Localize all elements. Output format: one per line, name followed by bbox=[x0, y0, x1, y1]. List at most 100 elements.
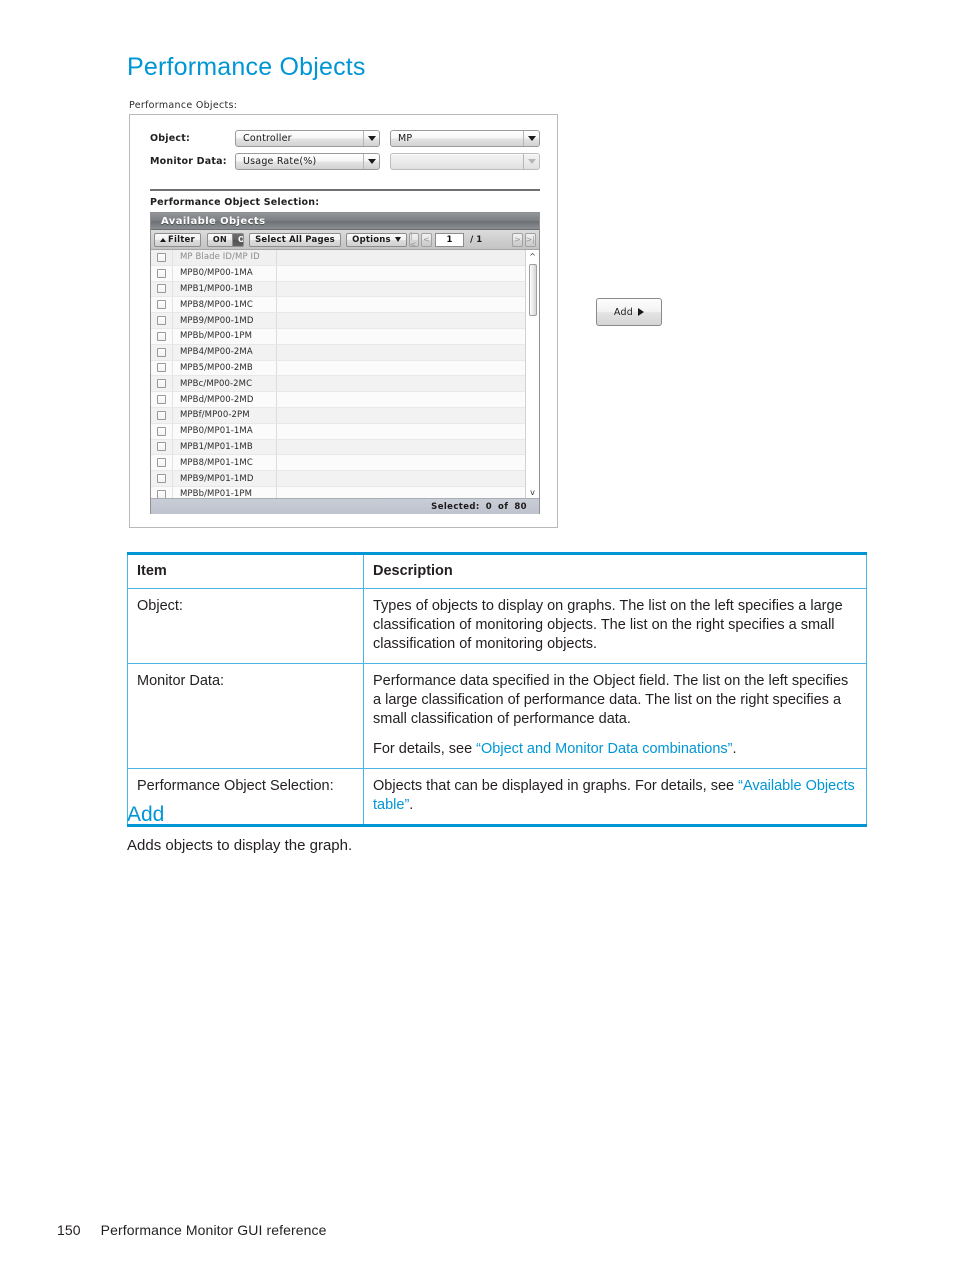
row-checkbox-cell[interactable] bbox=[151, 265, 173, 281]
figure-caption: Performance Objects: bbox=[129, 100, 238, 111]
table-row: Performance Object Selection: Objects th… bbox=[127, 768, 867, 826]
select-all-pages-button[interactable]: Select All Pages bbox=[249, 232, 341, 247]
filter-onoff-toggle[interactable]: ON OFF bbox=[206, 232, 244, 247]
checkbox-icon[interactable] bbox=[157, 363, 166, 373]
row-checkbox-cell[interactable] bbox=[151, 328, 173, 344]
scrollbar-thumb[interactable] bbox=[529, 264, 537, 316]
checkbox-icon[interactable] bbox=[157, 395, 166, 405]
filter-on-segment[interactable]: ON bbox=[207, 233, 232, 246]
section-body-add: Adds objects to display the graph. bbox=[127, 837, 353, 854]
table-row[interactable]: MPB1/MP01-1MB bbox=[151, 439, 525, 456]
select-all-checkbox-cell[interactable] bbox=[151, 250, 173, 265]
table-row[interactable]: MPB9/MP00-1MD bbox=[151, 313, 525, 329]
row-checkbox-cell[interactable] bbox=[151, 376, 173, 392]
row-object-id: MPBb/MP01-1PM bbox=[173, 486, 277, 498]
table-row[interactable]: MPBb/MP00-1PM bbox=[151, 328, 525, 345]
of-label: of bbox=[498, 501, 509, 512]
checkbox-icon[interactable] bbox=[157, 331, 166, 341]
prev-page-button[interactable]: < bbox=[421, 232, 432, 247]
checkbox-icon[interactable] bbox=[157, 458, 166, 468]
row-description-detail: For details, see “Object and Monitor Dat… bbox=[373, 740, 857, 759]
grid-scrollbar[interactable]: ^ v bbox=[525, 250, 539, 498]
checkbox-icon[interactable] bbox=[157, 474, 166, 484]
options-button-label: Options bbox=[352, 234, 391, 245]
table-row[interactable]: MPB9/MP01-1MD bbox=[151, 471, 525, 487]
table-row[interactable]: MPBf/MP00-2PM bbox=[151, 407, 525, 424]
checkbox-icon[interactable] bbox=[157, 284, 166, 294]
checkbox-icon[interactable] bbox=[157, 347, 166, 357]
row-checkbox-cell[interactable] bbox=[151, 297, 173, 313]
row-checkbox-cell[interactable] bbox=[151, 439, 173, 455]
row-checkbox-cell[interactable] bbox=[151, 281, 173, 297]
row-checkbox-cell[interactable] bbox=[151, 407, 173, 423]
detail-suffix: . bbox=[732, 741, 737, 757]
row-checkbox-cell[interactable] bbox=[151, 313, 173, 328]
row-checkbox-cell[interactable] bbox=[151, 344, 173, 360]
checkbox-icon[interactable] bbox=[157, 300, 166, 310]
next-page-button[interactable]: > bbox=[512, 232, 523, 247]
object-left-select[interactable]: Controller bbox=[235, 130, 380, 147]
row-object-id: MPB1/MP00-1MB bbox=[173, 281, 277, 297]
checkbox-icon[interactable] bbox=[157, 489, 166, 498]
checkbox-icon[interactable] bbox=[157, 268, 166, 278]
table-row[interactable]: MPBb/MP01-1PM bbox=[151, 486, 525, 498]
row-checkbox-cell[interactable] bbox=[151, 423, 173, 439]
row-object-id: MPB0/MP00-1MA bbox=[173, 265, 277, 281]
row-object-id: MPB4/MP00-2MA bbox=[173, 344, 277, 360]
table-row[interactable]: MPB4/MP00-2MA bbox=[151, 344, 525, 361]
table-row[interactable]: MPB1/MP00-1MB bbox=[151, 281, 525, 298]
row-filler bbox=[277, 424, 525, 439]
first-page-button[interactable]: |< bbox=[408, 231, 420, 249]
scroll-up-icon[interactable]: ^ bbox=[526, 250, 539, 262]
checkbox-icon[interactable] bbox=[157, 379, 166, 389]
scroll-down-icon[interactable]: v bbox=[526, 486, 539, 498]
row-checkbox-cell[interactable] bbox=[151, 471, 173, 486]
available-objects-grid: MP Blade ID/MP ID MPB0/MP00-1MA MPB1/MP00… bbox=[151, 250, 539, 498]
row-object-id: MPBd/MP00-2MD bbox=[173, 392, 277, 407]
row-filler bbox=[277, 487, 525, 498]
monitor-data-label: Monitor Data: bbox=[150, 156, 227, 167]
table-row[interactable]: MPB0/MP00-1MA bbox=[151, 265, 525, 282]
row-description-text: Types of objects to display on graphs. T… bbox=[373, 598, 843, 652]
last-page-button[interactable]: >| bbox=[524, 232, 536, 247]
row-checkbox-cell[interactable] bbox=[151, 360, 173, 376]
row-object-id: MPB9/MP01-1MD bbox=[173, 471, 277, 486]
table-row[interactable]: MPBc/MP00-2MC bbox=[151, 376, 525, 393]
filter-button[interactable]: Filter bbox=[154, 232, 201, 247]
table-row[interactable]: MPB8/MP01-1MC bbox=[151, 455, 525, 472]
row-filler bbox=[277, 392, 525, 407]
table-header-row: Item Description bbox=[127, 553, 867, 589]
chevron-down-icon bbox=[363, 154, 379, 169]
checkbox-icon[interactable] bbox=[157, 252, 166, 262]
row-checkbox-cell[interactable] bbox=[151, 455, 173, 471]
chevron-down-icon bbox=[523, 154, 539, 169]
table-row[interactable]: MPBd/MP00-2MD bbox=[151, 392, 525, 408]
checkbox-icon[interactable] bbox=[157, 442, 166, 452]
checkbox-icon[interactable] bbox=[157, 410, 166, 420]
checkbox-icon[interactable] bbox=[157, 316, 166, 326]
row-checkbox-cell[interactable] bbox=[151, 486, 173, 498]
available-objects-status-bar: Selected: 0 of 80 bbox=[151, 498, 539, 514]
table-row[interactable]: MPB0/MP01-1MA bbox=[151, 423, 525, 440]
monitor-data-left-select[interactable]: Usage Rate(%) bbox=[235, 153, 380, 170]
page-number-input[interactable]: 1 bbox=[434, 232, 465, 247]
row-object-id: MPB8/MP01-1MC bbox=[173, 455, 277, 471]
table-row[interactable]: MPB5/MP00-2MB bbox=[151, 360, 525, 377]
row-checkbox-cell[interactable] bbox=[151, 392, 173, 407]
row-description-text: Objects that can be displayed in graphs.… bbox=[373, 777, 857, 815]
add-button[interactable]: Add bbox=[596, 298, 662, 326]
available-objects-toolbar: Filter ON OFF Select All Pages Options |… bbox=[151, 230, 539, 250]
caret-down-icon bbox=[394, 237, 401, 242]
filter-off-segment[interactable]: OFF bbox=[231, 233, 243, 246]
chevron-down-icon bbox=[523, 131, 539, 146]
object-right-select-value: MP bbox=[398, 133, 413, 144]
row-object-id: MPB1/MP01-1MB bbox=[173, 439, 277, 455]
options-button[interactable]: Options bbox=[346, 232, 407, 247]
cross-reference-link[interactable]: “Object and Monitor Data combinations” bbox=[476, 741, 732, 757]
table-row[interactable]: MPB8/MP00-1MC bbox=[151, 297, 525, 314]
object-right-select[interactable]: MP bbox=[390, 130, 540, 147]
grid-header-row: MP Blade ID/MP ID bbox=[151, 250, 525, 266]
row-description-text: Performance data specified in the Object… bbox=[373, 673, 849, 727]
checkbox-icon[interactable] bbox=[157, 426, 166, 436]
filter-button-label: Filter bbox=[168, 234, 195, 245]
